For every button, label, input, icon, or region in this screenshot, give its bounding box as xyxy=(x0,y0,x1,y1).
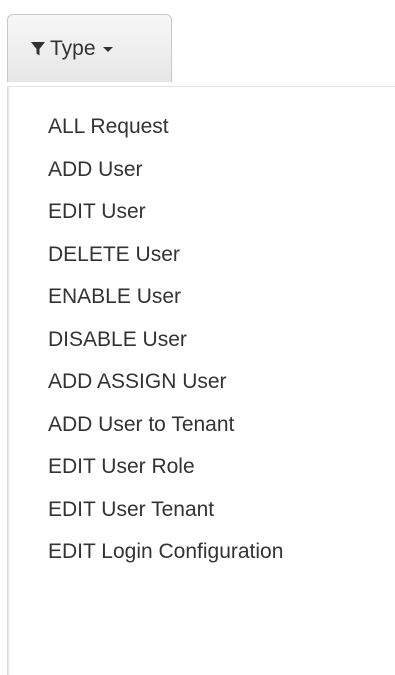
type-dropdown-menu: ALL Request ADD User EDIT User DELETE Us… xyxy=(10,106,395,574)
menu-item-all-request[interactable]: ALL Request xyxy=(10,106,395,149)
menu-item-disable-user[interactable]: DISABLE User xyxy=(10,319,395,362)
menu-divider xyxy=(7,86,395,87)
filter-icon xyxy=(30,41,46,57)
menu-item-add-user-to-tenant[interactable]: ADD User to Tenant xyxy=(10,404,395,447)
caret-down-icon xyxy=(102,47,113,52)
menu-item-enable-user[interactable]: ENABLE User xyxy=(10,276,395,319)
menu-item-edit-user-tenant[interactable]: EDIT User Tenant xyxy=(10,489,395,532)
menu-item-delete-user[interactable]: DELETE User xyxy=(10,234,395,277)
menu-item-edit-user-role[interactable]: EDIT User Role xyxy=(10,446,395,489)
type-filter-button[interactable]: Type xyxy=(7,14,172,82)
menu-item-add-assign-user[interactable]: ADD ASSIGN User xyxy=(10,361,395,404)
type-filter-label: Type xyxy=(50,36,96,60)
menu-item-add-user[interactable]: ADD User xyxy=(10,149,395,192)
menu-item-edit-user[interactable]: EDIT User xyxy=(10,191,395,234)
type-filter-dropdown: Type ALL Request ADD User EDIT User DELE… xyxy=(0,0,395,675)
menu-item-edit-login-configuration[interactable]: EDIT Login Configuration xyxy=(10,531,395,574)
